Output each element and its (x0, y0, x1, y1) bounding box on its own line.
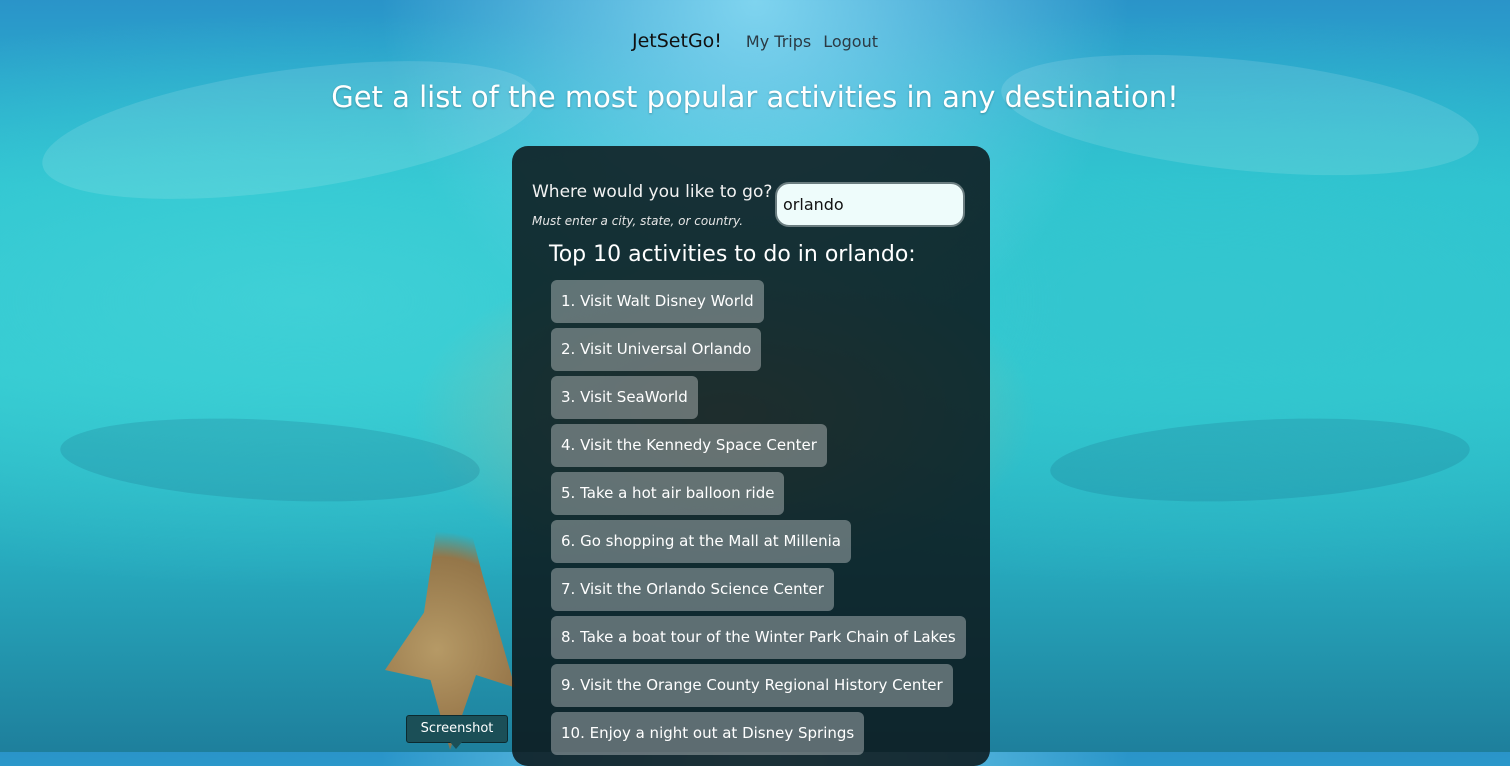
activity-item[interactable]: 8. Take a boat tour of the Winter Park C… (551, 616, 966, 659)
top-nav: JetSetGo! My Trips Logout (0, 30, 1510, 52)
results-title: Top 10 activities to do in orlando: (549, 242, 916, 267)
water-ripple (995, 35, 1485, 195)
list-item: 6. Go shopping at the Mall at Millenia (551, 520, 966, 568)
destination-input[interactable] (775, 182, 965, 227)
brand-logo[interactable]: JetSetGo! (632, 30, 722, 52)
list-item: 5. Take a hot air balloon ride (551, 472, 966, 520)
water-ripple (34, 35, 546, 225)
list-item: 8. Take a boat tour of the Winter Park C… (551, 616, 966, 664)
list-item: 3. Visit SeaWorld (551, 376, 966, 424)
activity-item[interactable]: 9. Visit the Orange County Regional Hist… (551, 664, 953, 707)
activity-item[interactable]: 7. Visit the Orlando Science Center (551, 568, 834, 611)
list-item: 9. Visit the Orange County Regional Hist… (551, 664, 966, 712)
nav-link-logout[interactable]: Logout (823, 32, 878, 51)
water-ripple (1048, 409, 1472, 511)
activity-item[interactable]: 5. Take a hot air balloon ride (551, 472, 785, 515)
list-item: 7. Visit the Orlando Science Center (551, 568, 966, 616)
screenshot-tooltip: Screenshot (406, 715, 508, 743)
search-panel: Where would you like to go? Must enter a… (512, 146, 990, 766)
list-item: 10. Enjoy a night out at Disney Springs (551, 712, 966, 760)
activity-item[interactable]: 4. Visit the Kennedy Space Center (551, 424, 827, 467)
destination-label: Where would you like to go? (532, 182, 773, 202)
list-item: 2. Visit Universal Orlando (551, 328, 966, 376)
starfish-background-image (385, 500, 515, 750)
destination-hint: Must enter a city, state, or country. (532, 214, 744, 228)
activity-item[interactable]: 3. Visit SeaWorld (551, 376, 698, 419)
activity-list: 1. Visit Walt Disney World 2. Visit Univ… (551, 280, 966, 760)
page-headline: Get a list of the most popular activitie… (331, 80, 1179, 114)
activity-item[interactable]: 6. Go shopping at the Mall at Millenia (551, 520, 851, 563)
list-item: 1. Visit Walt Disney World (551, 280, 966, 328)
activity-item[interactable]: 1. Visit Walt Disney World (551, 280, 764, 323)
water-ripple (58, 409, 482, 511)
list-item: 4. Visit the Kennedy Space Center (551, 424, 966, 472)
tooltip-arrow-icon (450, 742, 462, 749)
activity-item[interactable]: 2. Visit Universal Orlando (551, 328, 762, 371)
nav-link-my-trips[interactable]: My Trips (746, 32, 811, 51)
nav-links: My Trips Logout (746, 32, 878, 51)
activity-item[interactable]: 10. Enjoy a night out at Disney Springs (551, 712, 865, 755)
